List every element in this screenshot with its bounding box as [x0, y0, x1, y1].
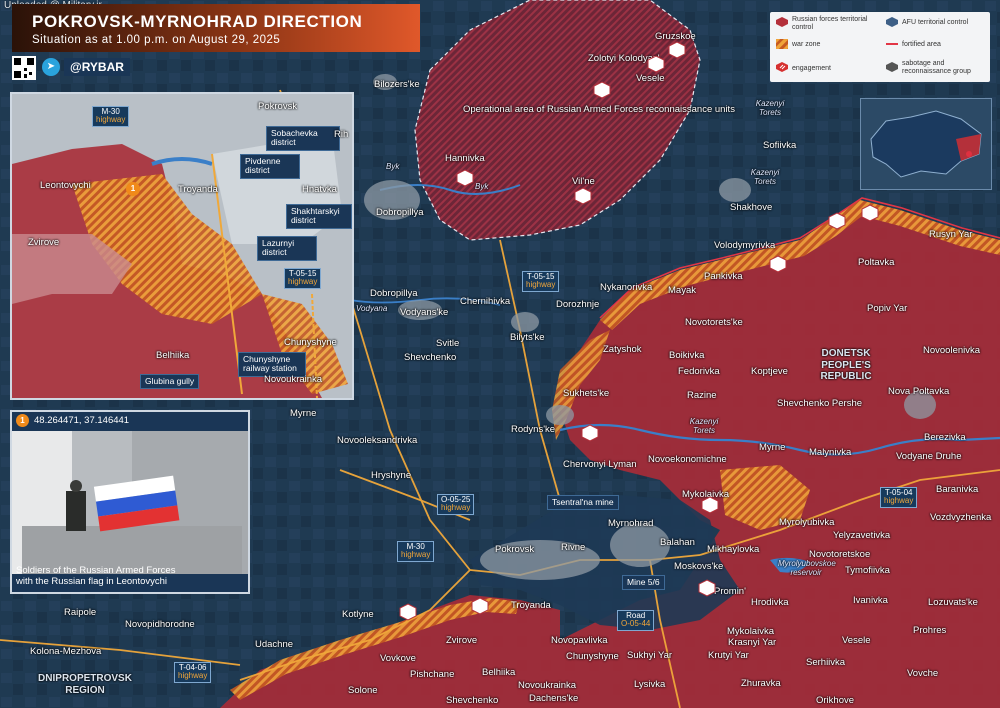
inset-map: Pokrovsk Sobachevka district Rih Leontov…	[10, 92, 354, 400]
caption-line-2: with the Russian flag in Leontovychi	[16, 575, 168, 587]
engagement-icon	[581, 424, 599, 442]
highway-word: highway	[288, 277, 318, 287]
inset-place-zvirove: Zvirove	[28, 237, 60, 248]
flag-photo-illustration	[12, 431, 248, 574]
engagement-icon	[828, 212, 846, 230]
photo-caption: Soldiers of the Russian Armed Forces wit…	[16, 565, 175, 588]
inset-glubina-gully: Glubina gully	[140, 374, 200, 390]
inset-place-troyanda: Troyanda	[178, 184, 218, 195]
inset-shakhtarskyi: Shakhtarskyi district	[286, 204, 352, 229]
inset-place-hnatvka: Hnatvka	[302, 184, 337, 195]
engagement-icon	[861, 204, 879, 222]
photo-soldiers-with-flag	[12, 431, 248, 574]
inset-place-leontovychi: Leontovychi	[40, 180, 91, 191]
inset-highway-m-30: M-30 highway	[92, 106, 130, 127]
engagement-icon	[698, 579, 716, 597]
inset-sobachevka: Sobachevka district	[266, 126, 340, 151]
inset-lazurnyi: Lazurnyi district	[257, 236, 317, 261]
engagement-icon	[668, 41, 686, 59]
photo-badge: 1	[16, 414, 29, 427]
photo-panel: 1 48.264471, 37.146441 Soldiers of the R…	[10, 410, 250, 594]
engagement-icon	[701, 496, 719, 514]
inset-place-belhiika: Belhiika	[156, 350, 190, 361]
inset-railway-station: Chunyshyne railway station	[238, 352, 306, 377]
inset-place-novoukrainka: Novoukrainka	[264, 374, 323, 385]
photo-coordinates: 48.264471, 37.146441	[34, 415, 130, 426]
engagement-icon	[399, 603, 417, 621]
engagement-icon	[593, 81, 611, 99]
highway-word: highway	[96, 115, 126, 125]
inset-place-rih: Rih	[334, 129, 349, 140]
engagement-icon	[769, 255, 787, 273]
inset-location-badge[interactable]: 1	[126, 182, 140, 196]
inset-place-chunyshyne: Chunyshyne	[284, 337, 337, 348]
inset-place-pokrovsk: Pokrovsk	[258, 101, 298, 112]
engagement-icon	[574, 187, 592, 205]
inset-pivdenne: Pivdenne district	[240, 154, 300, 179]
inset-highway-t-05-15: T-05-15 highway	[284, 268, 322, 289]
engagement-icon	[456, 169, 474, 187]
engagement-icon	[647, 55, 665, 73]
engagement-icon	[471, 597, 489, 615]
